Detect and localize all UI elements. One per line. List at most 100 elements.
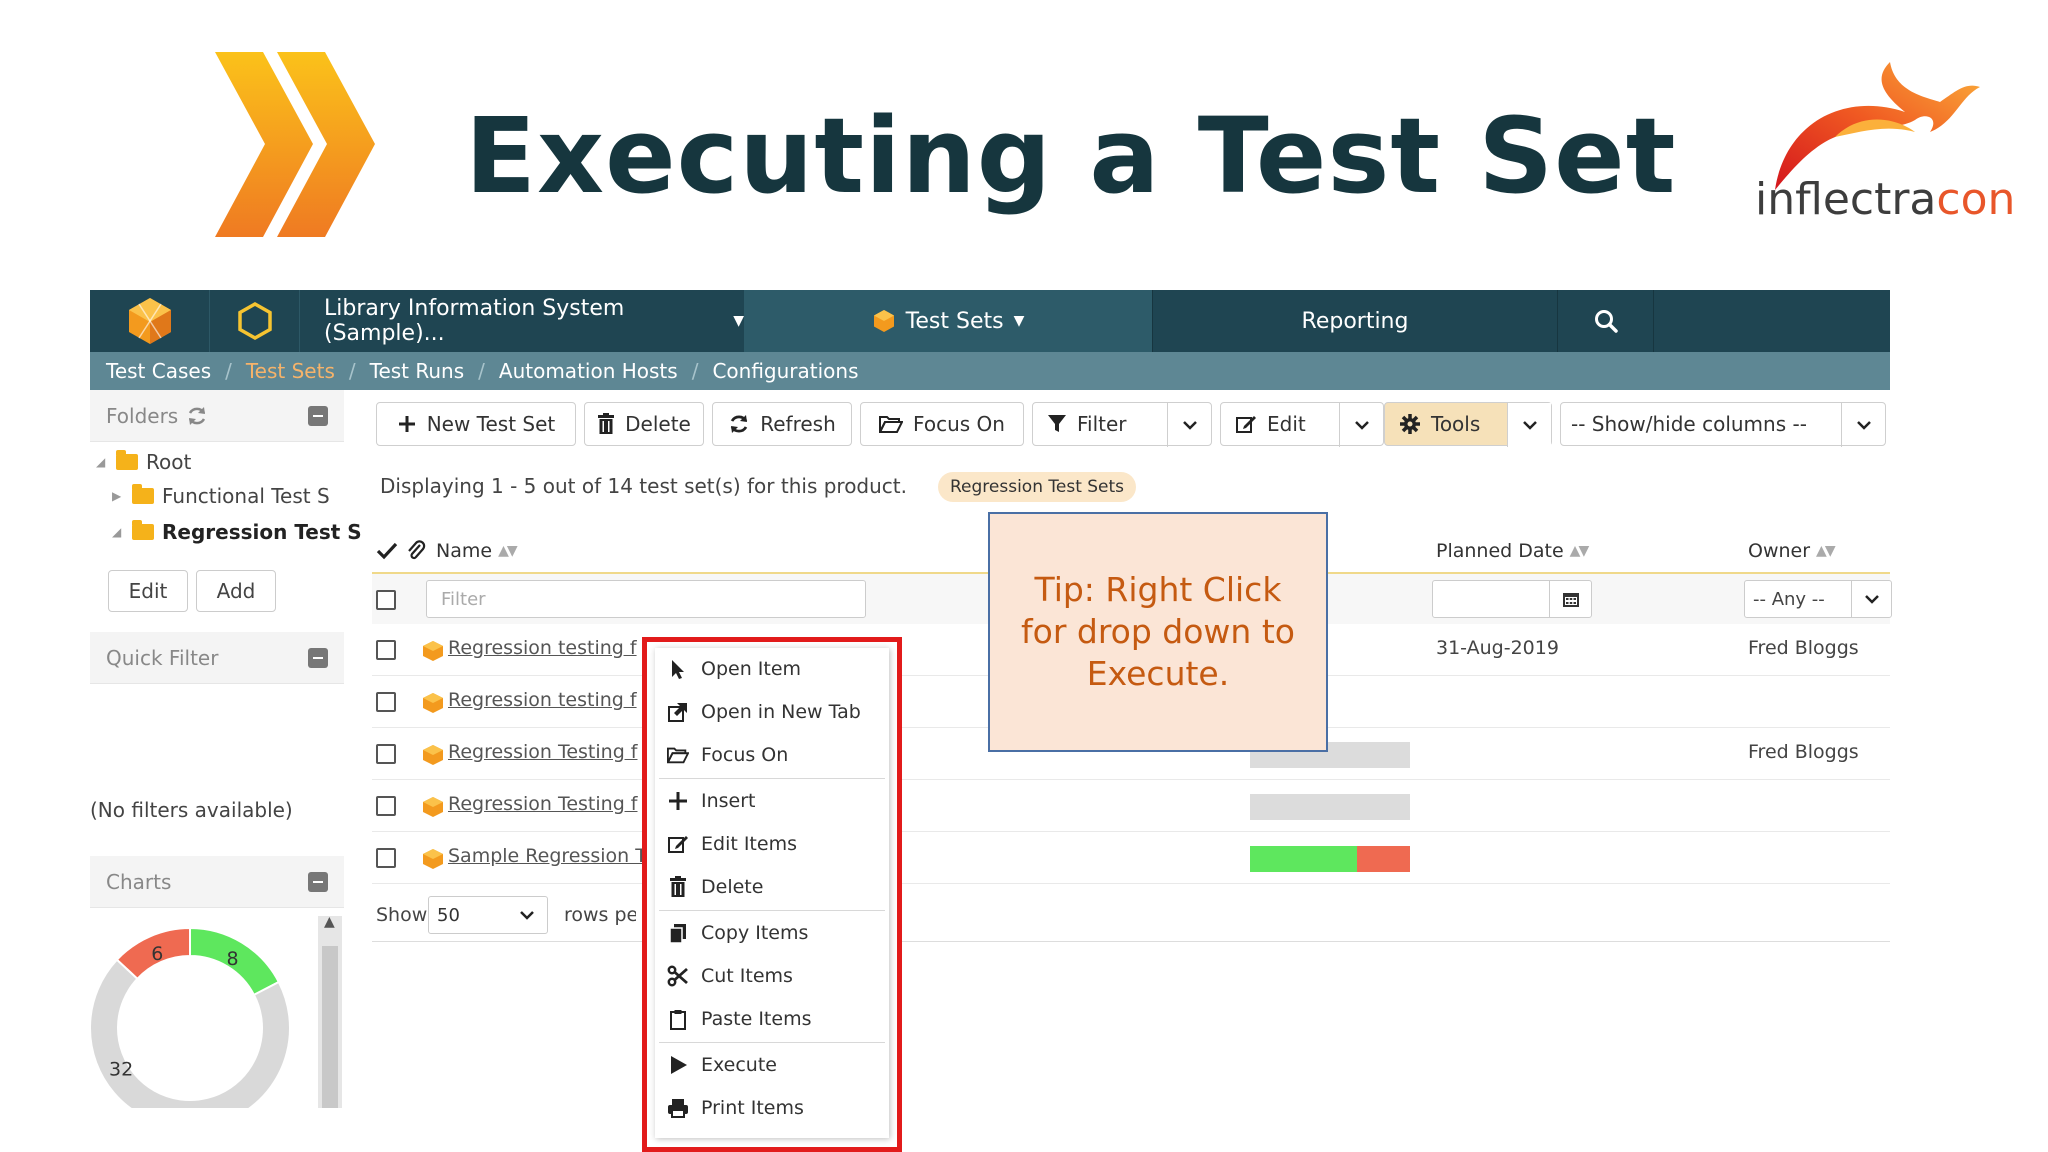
menu-item-insert[interactable]: Insert [667, 786, 756, 816]
menu-item-paste-items[interactable]: Paste Items [667, 1004, 811, 1034]
caret-down-icon: ▼ [733, 313, 744, 329]
filter-dropdown-toggle[interactable] [1167, 403, 1211, 447]
chevron-down-icon[interactable] [507, 897, 547, 933]
tools-dropdown-toggle[interactable] [1507, 403, 1551, 447]
row-checkbox[interactable] [376, 692, 396, 712]
project-name: Library Information System (Sample)... [324, 296, 625, 346]
collapsed-triangle-icon: ▶ [112, 489, 122, 503]
filter-button[interactable]: Filter [1032, 402, 1212, 447]
edit-folder-button[interactable]: Edit [108, 570, 188, 612]
tree-node-label: Regression Test S [162, 520, 362, 544]
sort-arrows-icon[interactable]: ▲▼ [1816, 543, 1835, 559]
sort-arrows-icon[interactable]: ▲▼ [1570, 543, 1589, 559]
subnav-test-sets[interactable]: Test Sets [246, 359, 335, 383]
scroll-up-icon[interactable]: ▲ [324, 914, 335, 930]
column-planned-label: Planned Date [1436, 540, 1564, 562]
folder-open-icon [879, 416, 904, 433]
select-all-check-icon[interactable] [376, 542, 398, 560]
owner-filter-select[interactable]: -- Any -- [1744, 580, 1892, 618]
menu-item-open-item[interactable]: Open Item [667, 654, 801, 684]
row-name-link[interactable]: Regression testing f [448, 689, 648, 711]
edit-dropdown-toggle[interactable] [1339, 403, 1383, 447]
row-progress-bar [1250, 794, 1410, 820]
menu-item-execute[interactable]: Execute [667, 1050, 777, 1080]
menu-item-label: Focus On [701, 744, 789, 766]
workspace-hex-button[interactable] [210, 290, 300, 352]
refresh-icon[interactable] [186, 405, 208, 427]
table-row[interactable]: Sample Regression T [372, 832, 1890, 884]
menu-separator [659, 778, 885, 779]
row-name-link[interactable]: Regression Testing f [448, 741, 648, 763]
subnav-separator: / [478, 359, 485, 383]
row-checkbox[interactable] [376, 640, 396, 660]
cursor-icon [672, 660, 684, 679]
focus-on-button[interactable]: Focus On [860, 402, 1024, 446]
chevron-down-icon [1182, 421, 1197, 430]
show-hide-columns-select[interactable]: -- Show/hide columns -- [1560, 402, 1886, 447]
delete-button[interactable]: Delete [584, 402, 704, 446]
search-button[interactable] [1558, 290, 1654, 352]
new-test-set-label: New Test Set [426, 412, 556, 436]
folders-panel-header: Folders [90, 390, 344, 442]
show-hide-dropdown-toggle[interactable] [1841, 403, 1885, 447]
column-header-planned-date[interactable]: Planned Date ▲▼ [1436, 540, 1589, 562]
menu-item-edit-items[interactable]: Edit Items [667, 829, 797, 859]
tree-node-label: Functional Test S [162, 484, 330, 508]
row-checkbox[interactable] [376, 796, 396, 816]
select-all-checkbox[interactable] [376, 590, 396, 610]
menu-item-open-new-tab[interactable]: Open in New Tab [667, 697, 861, 727]
new-test-set-button[interactable]: New Test Set [376, 402, 576, 446]
tree-node-root[interactable]: ◢ Root [96, 450, 191, 474]
menu-item-label: Open Item [701, 658, 802, 680]
collapse-quick-filter-icon[interactable] [308, 647, 328, 668]
progress-pass-segment [1250, 846, 1358, 872]
menu-item-print-items[interactable]: Print Items [667, 1093, 804, 1123]
edit-button[interactable]: Edit [1220, 402, 1384, 447]
delete-label: Delete [625, 412, 691, 436]
row-name-link[interactable]: Regression Testing f [448, 793, 648, 815]
donut-chart-area: 6 8 32 ▲ [90, 908, 344, 1108]
subnav-automation-hosts[interactable]: Automation Hosts [499, 359, 678, 383]
tree-node-regression[interactable]: ◢ Regression Test S [112, 520, 362, 544]
collapse-folders-icon[interactable] [308, 405, 328, 426]
tools-button[interactable]: Tools [1384, 402, 1552, 447]
subnav-test-runs[interactable]: Test Runs [370, 359, 465, 383]
menu-item-copy-items[interactable]: Copy Items [667, 918, 808, 948]
subnav-test-cases[interactable]: Test Cases [106, 359, 211, 383]
tree-node-functional[interactable]: ▶ Functional Test S [112, 484, 330, 508]
rows-per-page-select[interactable]: 50 [428, 896, 548, 934]
chevron-down-icon[interactable] [1851, 581, 1891, 617]
row-name-link[interactable]: Sample Regression T [448, 845, 648, 867]
filter-label: Filter [1077, 412, 1127, 436]
calendar-icon[interactable] [1549, 581, 1591, 617]
name-filter-input[interactable]: Filter [426, 580, 866, 618]
menu-item-focus-on[interactable]: Focus On [667, 740, 788, 770]
planned-date-filter-input[interactable] [1432, 580, 1592, 618]
row-checkbox[interactable] [376, 848, 396, 868]
column-header-owner[interactable]: Owner ▲▼ [1748, 540, 1836, 562]
test-set-icon [423, 849, 443, 869]
row-name-link[interactable]: Regression testing f [448, 637, 648, 659]
project-selector[interactable]: Library Information System (Sample)... ▼ [300, 290, 744, 352]
menu-item-delete[interactable]: Delete [667, 872, 763, 902]
tab-test-sets[interactable]: Test Sets ▼ [744, 290, 1152, 352]
brand-wordmark: inflectracon [1755, 174, 2015, 225]
scrollbar-thumb[interactable] [322, 946, 338, 1108]
product-logo[interactable] [90, 290, 210, 352]
table-row[interactable]: Regression Testing f [372, 780, 1890, 832]
add-folder-button[interactable]: Add [196, 570, 276, 612]
test-set-icon [423, 797, 443, 817]
collapse-charts-icon[interactable] [308, 871, 328, 892]
row-owner: Fred Bloggs [1748, 637, 1859, 659]
donut-label: 32 [109, 1059, 133, 1081]
chart-scrollbar[interactable]: ▲ [318, 914, 342, 1108]
row-checkbox[interactable] [376, 744, 396, 764]
edit-icon [668, 836, 688, 853]
sort-arrows-icon[interactable]: ▲▼ [498, 543, 517, 559]
column-header-name[interactable]: Name ▲▼ [436, 540, 518, 562]
refresh-button[interactable]: Refresh [712, 402, 852, 446]
menu-item-cut-items[interactable]: Cut Items [667, 961, 793, 991]
subnav-configurations[interactable]: Configurations [712, 359, 858, 383]
tab-reporting[interactable]: Reporting [1152, 290, 1558, 352]
attachment-icon [406, 540, 426, 562]
